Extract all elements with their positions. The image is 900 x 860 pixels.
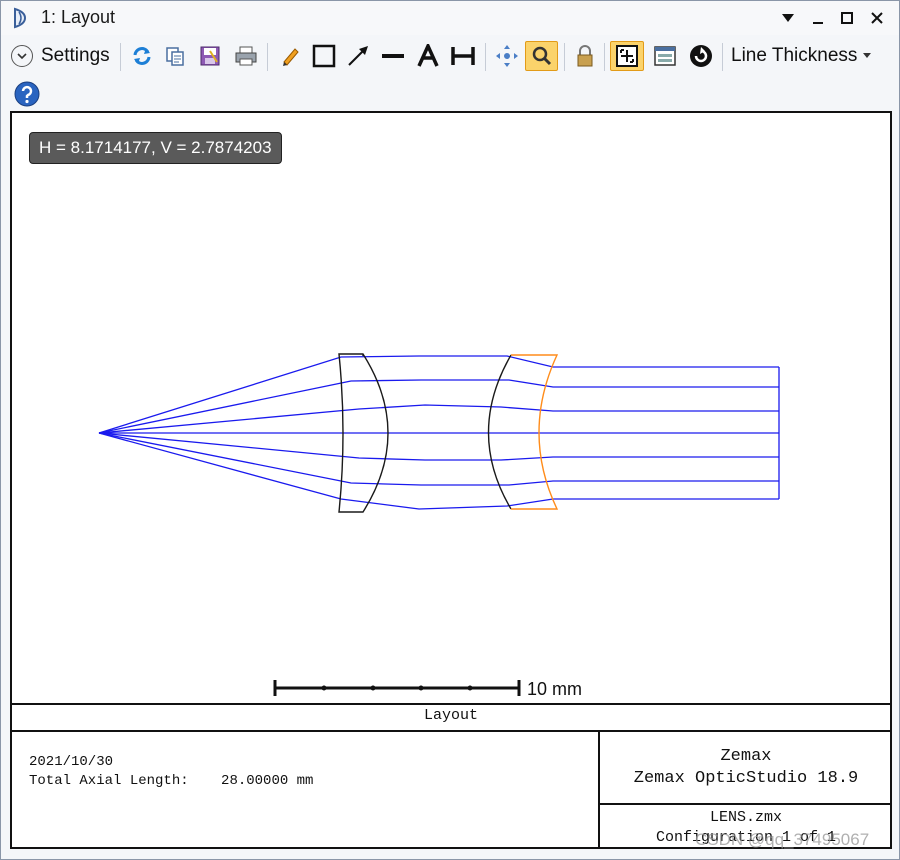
footer-divider xyxy=(10,703,892,705)
zemax-app-icon xyxy=(14,7,27,29)
close-button[interactable] xyxy=(865,6,889,30)
layout-window: 1: Layout Settings Line Thickness 10 mm … xyxy=(0,0,900,860)
optical-layout-canvas[interactable]: 10 mm xyxy=(12,113,890,703)
watermark: CSDN @qq_37495067 xyxy=(695,830,870,849)
ray xyxy=(98,404,779,434)
footer-file: LENS.zmx xyxy=(709,809,782,826)
toolbar: Settings Line Thickness xyxy=(1,39,899,75)
maximize-button[interactable] xyxy=(835,6,859,30)
total-axial-length: Total Axial Length: 28.00000 mm xyxy=(29,773,313,789)
line-icon xyxy=(382,54,404,58)
ray xyxy=(98,379,779,434)
refresh-button[interactable] xyxy=(128,41,156,71)
refresh-circle-icon xyxy=(690,45,712,67)
title-bar: 1: Layout xyxy=(1,1,899,35)
text-tool-button[interactable] xyxy=(414,41,442,71)
footer-title: Layout xyxy=(423,707,478,724)
window-options-button[interactable] xyxy=(650,41,680,71)
save-button[interactable] xyxy=(196,41,224,71)
help-icon xyxy=(14,81,40,107)
lock-icon xyxy=(577,45,593,67)
total-axial-length-label: Total Axial Length: xyxy=(29,773,189,789)
scale-bar xyxy=(273,680,521,696)
ray xyxy=(98,355,779,434)
text-icon xyxy=(417,44,439,67)
line-tool-button[interactable] xyxy=(379,41,407,71)
footer-date: 2021/10/30 xyxy=(29,754,114,770)
toolbar-divider xyxy=(564,43,565,71)
line-thickness-dropdown[interactable]: Line Thickness xyxy=(731,41,881,71)
pan-button[interactable] xyxy=(493,41,521,71)
chevron-down-icon xyxy=(11,45,33,67)
window-title: 1: Layout xyxy=(41,7,116,27)
rectangle-tool-button[interactable] xyxy=(310,41,338,71)
settings-label: Settings xyxy=(41,45,110,66)
window-icon xyxy=(654,46,676,66)
save-icon xyxy=(200,46,220,66)
auto-apply-button[interactable] xyxy=(687,41,715,71)
pan-icon xyxy=(496,45,518,67)
rectangle-icon xyxy=(312,44,336,68)
dimension-icon xyxy=(451,47,475,65)
toolbar-divider xyxy=(267,43,268,71)
total-axial-length-value: 28.00000 mm xyxy=(221,773,314,789)
footer-divider xyxy=(598,803,892,805)
refresh-icon xyxy=(133,47,151,65)
fit-window-button[interactable] xyxy=(610,41,644,71)
pencil-icon xyxy=(283,48,299,66)
ray xyxy=(98,432,779,461)
line-thickness-label: Line Thickness xyxy=(731,45,858,66)
toolbar-divider xyxy=(722,43,723,71)
settings-button[interactable]: Settings xyxy=(11,41,115,71)
pencil-tool-button[interactable] xyxy=(276,41,304,71)
scale-bar-label: 10 mm xyxy=(527,679,582,699)
toolbar-divider xyxy=(120,43,121,71)
minimize-button[interactable] xyxy=(806,6,830,30)
fit-icon xyxy=(616,45,638,67)
copy-button[interactable] xyxy=(161,41,189,71)
ray-fan xyxy=(98,355,780,510)
help-button[interactable] xyxy=(13,79,41,109)
arrow-icon xyxy=(348,46,368,66)
window-menu-dropdown-icon[interactable] xyxy=(776,6,800,30)
lens-element-2 xyxy=(487,354,559,510)
dropdown-arrow-icon xyxy=(863,53,872,58)
printer-icon xyxy=(235,46,257,66)
footer-divider xyxy=(10,730,892,732)
copy-icon xyxy=(166,47,184,66)
ray xyxy=(98,432,779,510)
ray xyxy=(98,432,779,486)
toolbar-divider xyxy=(485,43,486,71)
footer-company: Zemax xyxy=(720,747,772,766)
print-button[interactable] xyxy=(231,41,261,71)
zoom-button[interactable] xyxy=(525,41,558,71)
toolbar-divider xyxy=(604,43,605,71)
lock-button[interactable] xyxy=(571,41,599,71)
footer-product: Zemax OpticStudio 18.9 xyxy=(633,769,859,788)
arrow-tool-button[interactable] xyxy=(344,41,372,71)
dimension-tool-button[interactable] xyxy=(449,41,477,71)
cursor-readout: H = 8.1714177, V = 2.7874203 xyxy=(29,132,282,164)
magnifier-icon xyxy=(532,46,551,66)
